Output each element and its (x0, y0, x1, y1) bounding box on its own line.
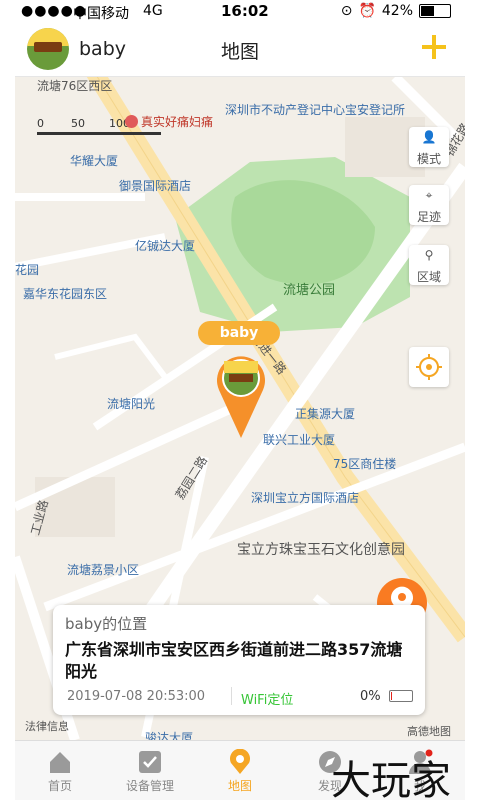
area-label: 区域 (416, 270, 441, 284)
scale-50: 50 (71, 117, 85, 130)
battery-percent: 42% (381, 3, 413, 19)
map-label: 75区商住楼 (333, 457, 397, 471)
tab-label: 首页 (47, 779, 72, 793)
tab-map[interactable]: 地图 (195, 741, 285, 800)
card-title: baby的位置 (65, 615, 148, 633)
battery-low-icon (389, 690, 413, 702)
map-provider-logo: 高德地图 (407, 725, 451, 738)
location-card: baby的位置 广东省深圳市宝安区西乡街道前进二路357流塘阳光 2019-07… (53, 605, 425, 715)
map-label: 真实好痛妇痛 (125, 113, 213, 130)
map-label: 华耀大厦 (70, 154, 119, 168)
map-label: 宝立方珠宝玉石文化创意园 (237, 542, 405, 558)
tab-home[interactable]: 首页 (15, 741, 105, 800)
track-label: 足迹 (416, 210, 441, 224)
card-battery-percent: 0% (360, 689, 381, 704)
map-label: 流塘荔景小区 (67, 563, 140, 577)
card-divider (231, 687, 232, 705)
crosshair-icon (416, 354, 442, 380)
app-frame: ●●●●● 中国移动 4G 16:02 ⊙ ⏰ 42% baby 地图 0 50… (15, 0, 465, 800)
scale-bar (37, 132, 161, 135)
map-label: 深圳市不动产登记中心宝安登记所 (225, 103, 406, 117)
map-label: 联兴工业大厦 (263, 433, 336, 447)
home-icon (50, 752, 70, 773)
card-timestamp: 2019-07-08 20:53:00 (67, 689, 206, 704)
map-label: 深圳宝立方国际酒店 (251, 491, 360, 505)
card-address: 广东省深圳市宝安区西乡街道前进二路357流塘阳光 (65, 640, 403, 681)
tab-label: 设备管理 (125, 779, 174, 793)
map-label: 骏达大厦 (145, 731, 194, 740)
map-label: 嘉华东花园东区 (23, 287, 108, 301)
mode-label: 模式 (416, 152, 441, 166)
clock: 16:02 (221, 2, 269, 20)
device-icon (139, 751, 161, 773)
map-label-park: 流塘公园 (283, 283, 336, 298)
tab-device-management[interactable]: 设备管理 (105, 741, 195, 800)
person-icon: 👤 (421, 130, 437, 144)
rotation-lock-icon: ⊙ (340, 3, 353, 19)
area-button[interactable]: ⚲ 区域 (409, 245, 449, 285)
map-label: 御景国际酒店 (119, 179, 192, 193)
map-label: 流塘76区西区 (37, 79, 113, 93)
map-label: 亿铖达大厦 (135, 239, 196, 253)
center-location-button[interactable] (409, 347, 449, 387)
plus-icon[interactable] (419, 32, 449, 62)
nav-bar: baby 地图 (15, 24, 465, 77)
network-type: 4G (143, 3, 163, 19)
watermark: 大玩家 (331, 758, 451, 800)
device-location-marker[interactable] (213, 350, 269, 440)
area-pin-icon: ⚲ (424, 248, 434, 262)
scale-0: 0 (37, 117, 44, 130)
device-marker-label[interactable]: baby (198, 321, 280, 345)
track-button[interactable]: ⌖ 足迹 (409, 185, 449, 225)
status-right: ⊙ ⏰ 42% (341, 3, 451, 19)
alarm-icon: ⏰ (358, 3, 376, 19)
tab-label: 地图 (227, 779, 252, 793)
pin-icon: ⌖ (425, 188, 433, 202)
page-title: 地图 (220, 41, 259, 63)
mode-button[interactable]: 👤 模式 (409, 127, 449, 167)
map-label: 正集源大厦 (295, 407, 356, 421)
battery-icon (419, 4, 451, 18)
status-bar: ●●●●● 中国移动 4G 16:02 ⊙ ⏰ 42% (15, 0, 465, 24)
card-location-method: WiFi定位 (241, 693, 294, 708)
map-pin-icon (230, 749, 250, 774)
map-label: 流塘阳光 (107, 397, 156, 411)
map-label: 花园 (15, 263, 40, 277)
legal-info-link[interactable]: 法律信息 (25, 718, 69, 734)
carrier-name: 中国移动 (73, 6, 129, 22)
map-scale: 0 50 100 (37, 117, 161, 135)
hospital-icon (125, 115, 138, 128)
